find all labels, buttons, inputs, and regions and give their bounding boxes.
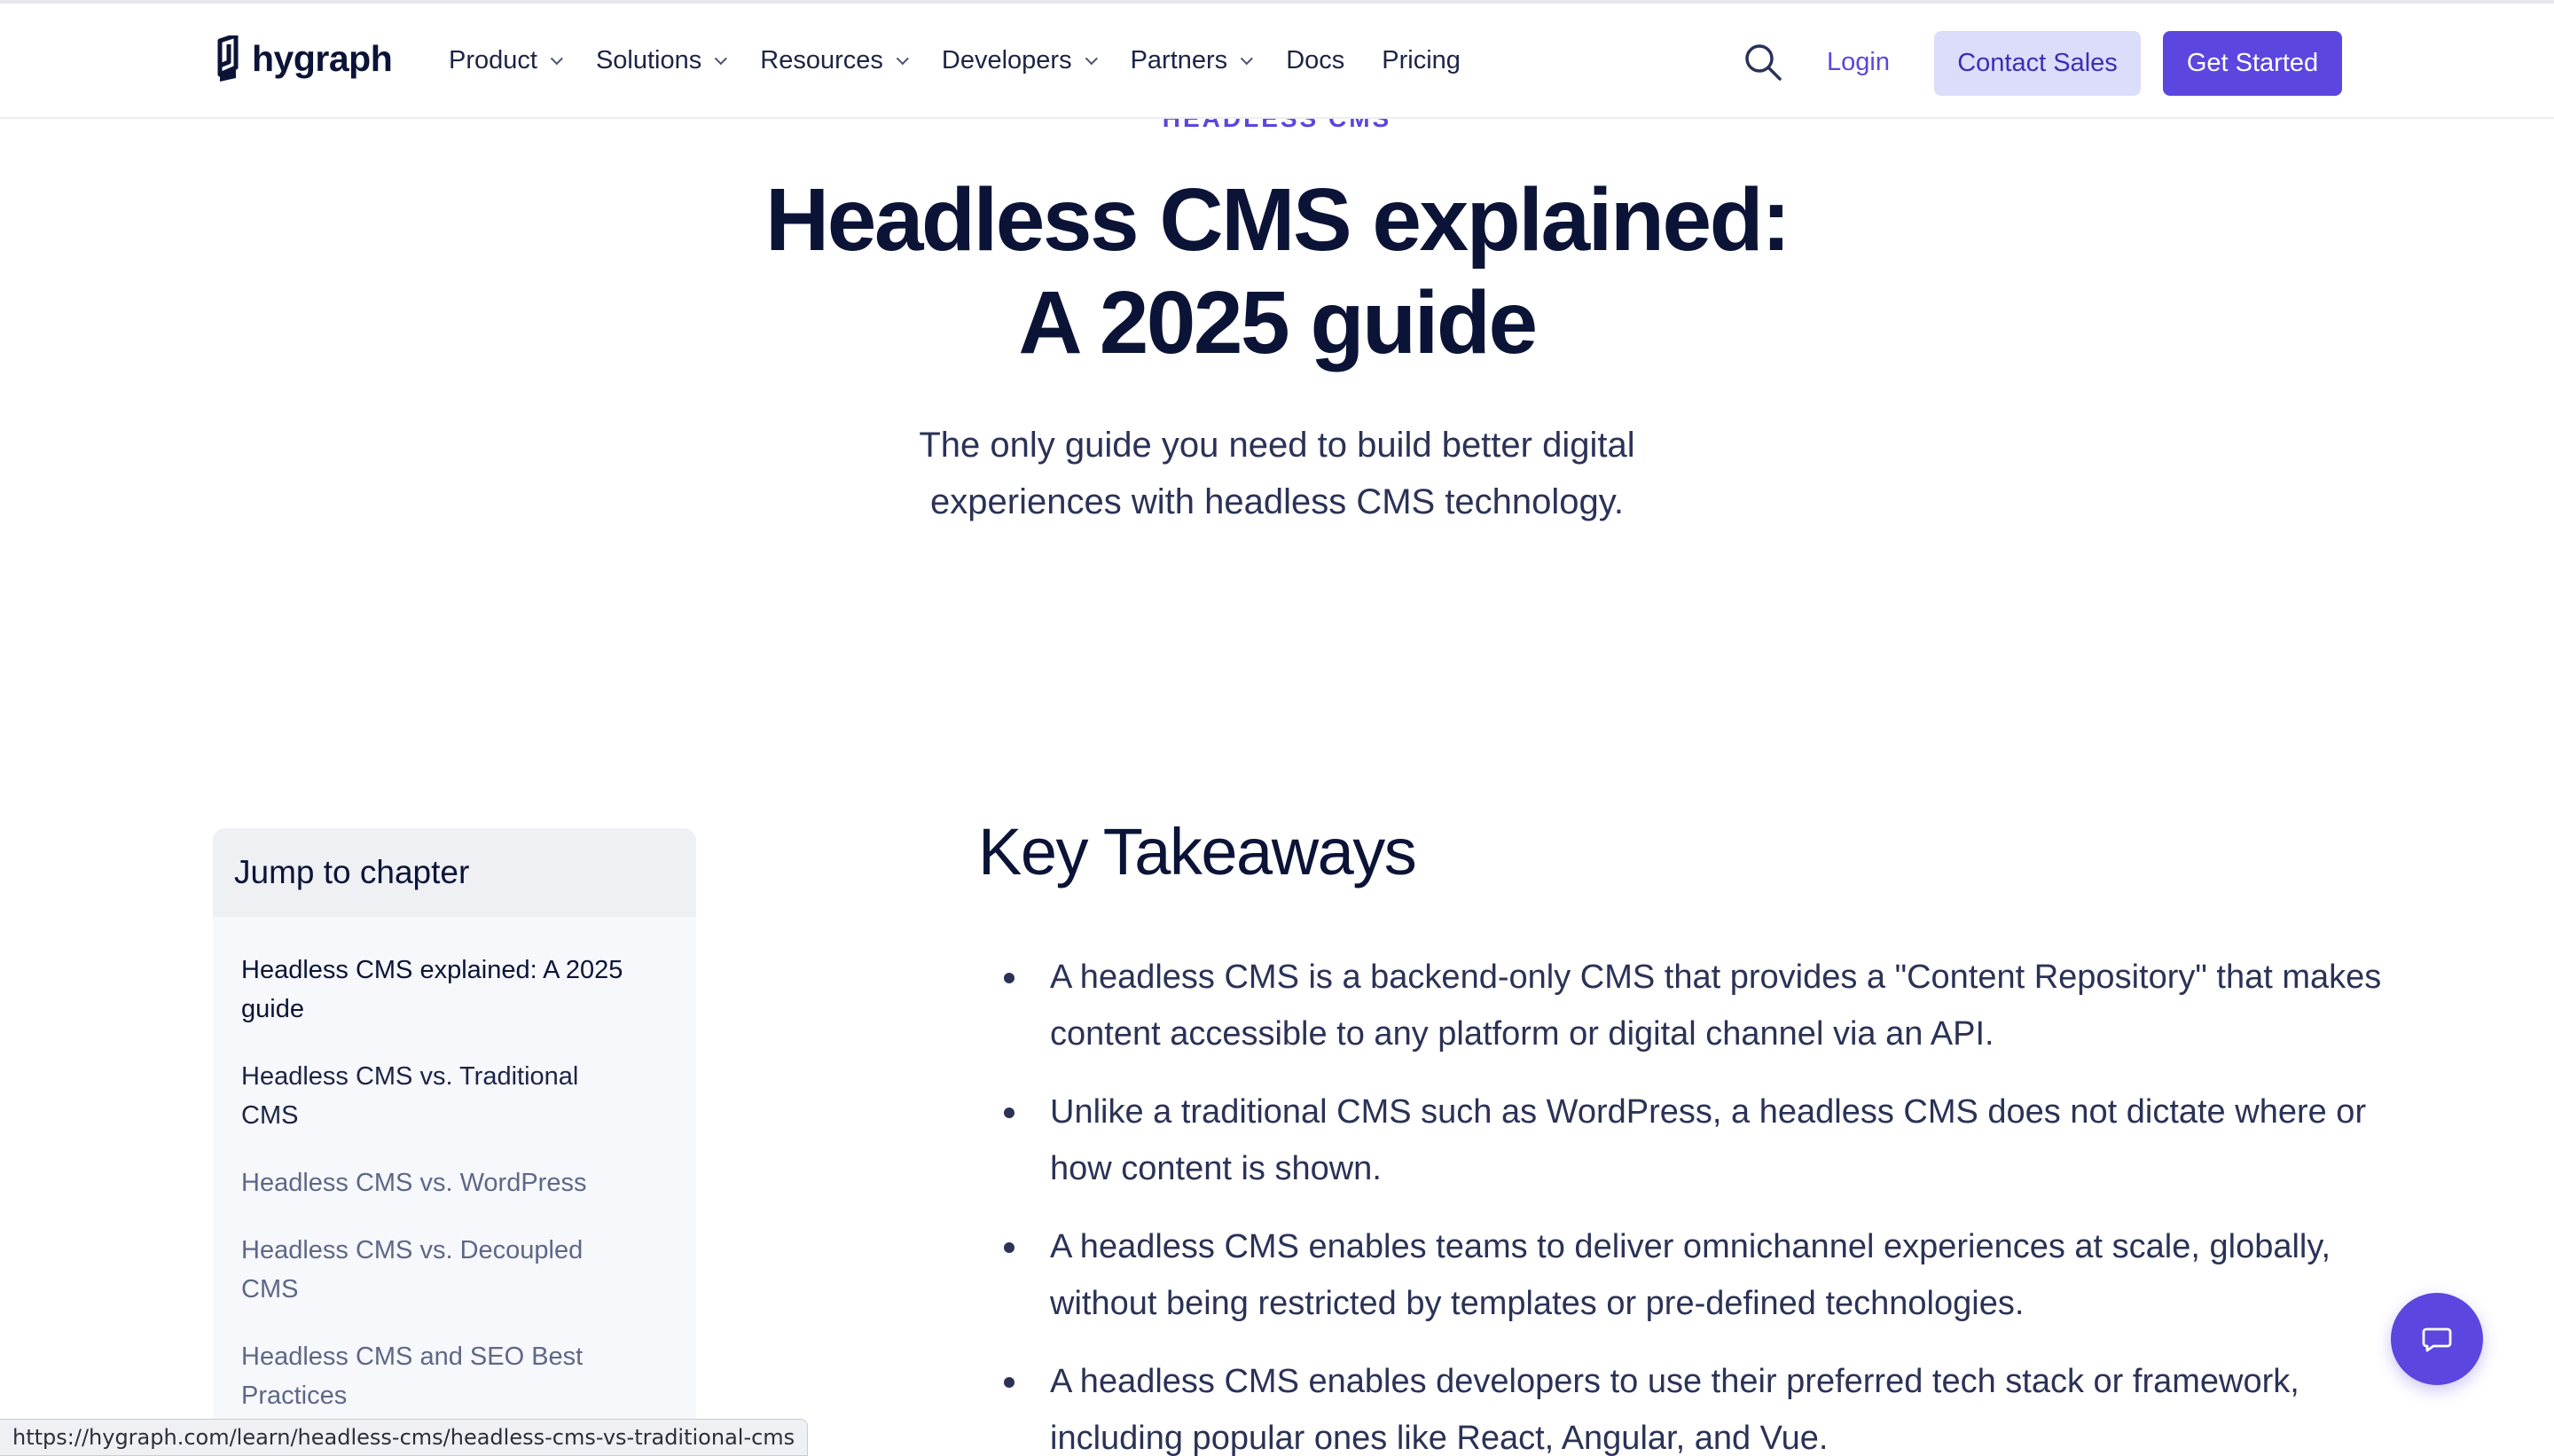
jump-to-chapter-panel: Jump to chapter Headless CMS explained: … [213, 828, 696, 1456]
search-icon [1745, 44, 1782, 81]
hygraph-logo-icon [217, 35, 239, 82]
toc-item-vs-decoupled[interactable]: Headless CMS vs. Decoupled CMS [241, 1231, 631, 1309]
chevron-down-icon [896, 51, 909, 65]
list-item: A headless CMS is a backend-only CMS tha… [1002, 949, 2386, 1062]
chat-bubble-icon [2422, 1327, 2452, 1352]
nav-resources-label: Resources [760, 46, 883, 74]
nav-solutions-label: Solutions [595, 46, 702, 74]
list-item: Unlike a traditional CMS such as WordPre… [1002, 1084, 2386, 1197]
nav-pricing-label: Pricing [1382, 46, 1461, 74]
toc-item-vs-traditional[interactable]: Headless CMS vs. Traditional CMS [241, 1057, 631, 1135]
chevron-down-icon [715, 51, 728, 65]
site-header: hygraph Product Solutions Resources Deve… [0, 4, 2554, 119]
nav-docs[interactable]: Docs [1286, 46, 1344, 75]
toc-item-seo-best-practices[interactable]: Headless CMS and SEO Best Practices [241, 1337, 631, 1415]
chat-button[interactable] [2391, 1293, 2483, 1385]
chevron-down-icon [1085, 51, 1098, 65]
page-subtitle: The only guide you need to build better … [919, 426, 1635, 521]
search-button[interactable] [1743, 43, 1782, 82]
nav-resources[interactable]: Resources [760, 46, 909, 75]
nav-docs-label: Docs [1286, 46, 1345, 74]
main-nav: Product Solutions Resources Developers P… [449, 46, 1498, 75]
nav-partners[interactable]: Partners [1130, 46, 1254, 75]
chevron-down-icon [1240, 51, 1254, 65]
list-item: A headless CMS enables teams to deliver … [1002, 1218, 2386, 1332]
contact-sales-button[interactable]: Contact Sales [1934, 31, 2141, 96]
nav-solutions[interactable]: Solutions [595, 46, 728, 75]
logo-text: hygraph [252, 37, 393, 79]
toc-list: Headless CMS explained: A 2025 guide Hea… [213, 917, 696, 1415]
list-item: A headless CMS enables developers to use… [1002, 1353, 2386, 1456]
toc-item-headless-cms-explained[interactable]: Headless CMS explained: A 2025 guide [241, 951, 631, 1029]
key-takeaways-list: A headless CMS is a backend-only CMS tha… [1002, 949, 2386, 1456]
nav-partners-label: Partners [1130, 46, 1228, 74]
nav-product-label: Product [449, 46, 537, 74]
get-started-button[interactable]: Get Started [2163, 31, 2342, 96]
toc-item-vs-wordpress[interactable]: Headless CMS vs. WordPress [241, 1163, 631, 1202]
nav-pricing[interactable]: Pricing [1382, 46, 1461, 75]
page-title: Headless CMS explained: A 2025 guide [764, 170, 1791, 372]
key-takeaways-heading: Key Takeaways [978, 815, 1417, 888]
toc-heading: Jump to chapter [213, 828, 696, 917]
status-bar-url: https://hygraph.com/learn/headless-cms/h… [0, 1419, 809, 1456]
nav-developers[interactable]: Developers [941, 46, 1098, 75]
nav-product[interactable]: Product [449, 46, 563, 75]
login-link[interactable]: Login [1827, 48, 1890, 77]
hygraph-logo[interactable]: hygraph [213, 35, 393, 82]
nav-developers-label: Developers [941, 46, 1072, 74]
chevron-down-icon [550, 51, 563, 65]
